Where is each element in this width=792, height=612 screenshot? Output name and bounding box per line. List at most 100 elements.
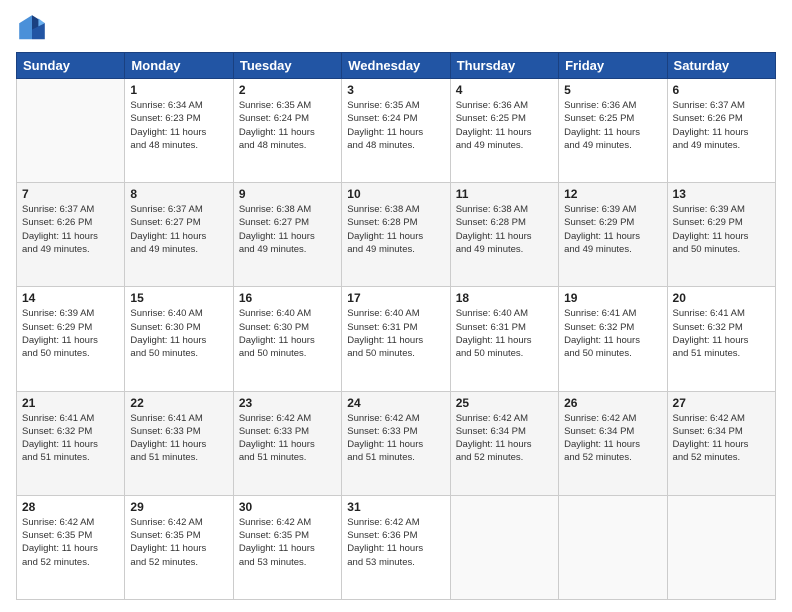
calendar-cell: 19 Sunrise: 6:41 AM Sunset: 6:32 PM Dayli… xyxy=(559,287,667,391)
day-info: Sunrise: 6:42 AM Sunset: 6:33 PM Dayligh… xyxy=(239,412,336,465)
calendar-cell: 14 Sunrise: 6:39 AM Sunset: 6:29 PM Dayli… xyxy=(17,287,125,391)
calendar-cell xyxy=(667,495,775,599)
day-number: 4 xyxy=(456,83,553,97)
calendar-cell: 8 Sunrise: 6:37 AM Sunset: 6:27 PM Daylig… xyxy=(125,183,233,287)
calendar-cell: 11 Sunrise: 6:38 AM Sunset: 6:28 PM Dayli… xyxy=(450,183,558,287)
calendar-cell: 7 Sunrise: 6:37 AM Sunset: 6:26 PM Daylig… xyxy=(17,183,125,287)
calendar-week-row: 1Sunrise: 6:34 AM Sunset: 6:23 PM Daylig… xyxy=(17,79,776,183)
calendar-cell: 30 Sunrise: 6:42 AM Sunset: 6:35 PM Dayli… xyxy=(233,495,341,599)
day-info: Sunrise: 6:42 AM Sunset: 6:34 PM Dayligh… xyxy=(673,412,770,465)
day-info: Sunrise: 6:42 AM Sunset: 6:35 PM Dayligh… xyxy=(239,516,336,569)
day-number: 14 xyxy=(22,291,119,305)
calendar-cell: 2 Sunrise: 6:35 AM Sunset: 6:24 PM Daylig… xyxy=(233,79,341,183)
day-info: Sunrise: 6:41 AM Sunset: 6:32 PM Dayligh… xyxy=(564,307,661,360)
page: SundayMondayTuesdayWednesdayThursdayFrid… xyxy=(0,0,792,612)
day-info: Sunrise: 6:38 AM Sunset: 6:28 PM Dayligh… xyxy=(456,203,553,256)
day-info: Sunrise: 6:35 AM Sunset: 6:24 PM Dayligh… xyxy=(347,99,444,152)
calendar-table: SundayMondayTuesdayWednesdayThursdayFrid… xyxy=(16,52,776,600)
calendar-cell: 25Sunrise: 6:42 AM Sunset: 6:34 PM Dayli… xyxy=(450,391,558,495)
calendar-cell xyxy=(559,495,667,599)
day-info: Sunrise: 6:38 AM Sunset: 6:28 PM Dayligh… xyxy=(347,203,444,256)
header xyxy=(16,12,776,44)
calendar-cell: 3Sunrise: 6:35 AM Sunset: 6:24 PM Daylig… xyxy=(342,79,450,183)
calendar-cell: 20 Sunrise: 6:41 AM Sunset: 6:32 PM Dayli… xyxy=(667,287,775,391)
calendar-cell: 16Sunrise: 6:40 AM Sunset: 6:30 PM Dayli… xyxy=(233,287,341,391)
calendar-cell: 26Sunrise: 6:42 AM Sunset: 6:34 PM Dayli… xyxy=(559,391,667,495)
day-number: 6 xyxy=(673,83,770,97)
day-number: 30 xyxy=(239,500,336,514)
day-info: Sunrise: 6:37 AM Sunset: 6:27 PM Dayligh… xyxy=(130,203,227,256)
day-info: Sunrise: 6:39 AM Sunset: 6:29 PM Dayligh… xyxy=(22,307,119,360)
calendar-header-row: SundayMondayTuesdayWednesdayThursdayFrid… xyxy=(17,53,776,79)
logo-icon xyxy=(16,12,48,44)
weekday-header: Wednesday xyxy=(342,53,450,79)
day-number: 15 xyxy=(130,291,227,305)
day-number: 9 xyxy=(239,187,336,201)
calendar-cell: 23 Sunrise: 6:42 AM Sunset: 6:33 PM Dayli… xyxy=(233,391,341,495)
weekday-header: Tuesday xyxy=(233,53,341,79)
calendar-cell: 10 Sunrise: 6:38 AM Sunset: 6:28 PM Dayli… xyxy=(342,183,450,287)
day-info: Sunrise: 6:42 AM Sunset: 6:35 PM Dayligh… xyxy=(130,516,227,569)
day-number: 21 xyxy=(22,396,119,410)
day-info: Sunrise: 6:36 AM Sunset: 6:25 PM Dayligh… xyxy=(456,99,553,152)
day-info: Sunrise: 6:39 AM Sunset: 6:29 PM Dayligh… xyxy=(673,203,770,256)
calendar-cell: 9 Sunrise: 6:38 AM Sunset: 6:27 PM Daylig… xyxy=(233,183,341,287)
calendar-cell: 31 Sunrise: 6:42 AM Sunset: 6:36 PM Dayli… xyxy=(342,495,450,599)
day-number: 28 xyxy=(22,500,119,514)
day-number: 1 xyxy=(130,83,227,97)
day-number: 19 xyxy=(564,291,661,305)
calendar-cell: 1Sunrise: 6:34 AM Sunset: 6:23 PM Daylig… xyxy=(125,79,233,183)
calendar-week-row: 28 Sunrise: 6:42 AM Sunset: 6:35 PM Dayli… xyxy=(17,495,776,599)
calendar-cell: 6 Sunrise: 6:37 AM Sunset: 6:26 PM Daylig… xyxy=(667,79,775,183)
day-info: Sunrise: 6:38 AM Sunset: 6:27 PM Dayligh… xyxy=(239,203,336,256)
day-number: 17 xyxy=(347,291,444,305)
weekday-header: Sunday xyxy=(17,53,125,79)
calendar-cell: 5Sunrise: 6:36 AM Sunset: 6:25 PM Daylig… xyxy=(559,79,667,183)
calendar-cell: 18Sunrise: 6:40 AM Sunset: 6:31 PM Dayli… xyxy=(450,287,558,391)
calendar-cell: 27 Sunrise: 6:42 AM Sunset: 6:34 PM Dayli… xyxy=(667,391,775,495)
day-number: 20 xyxy=(673,291,770,305)
calendar-week-row: 14 Sunrise: 6:39 AM Sunset: 6:29 PM Dayli… xyxy=(17,287,776,391)
calendar-cell: 13Sunrise: 6:39 AM Sunset: 6:29 PM Dayli… xyxy=(667,183,775,287)
day-info: Sunrise: 6:42 AM Sunset: 6:34 PM Dayligh… xyxy=(564,412,661,465)
calendar-cell: 12 Sunrise: 6:39 AM Sunset: 6:29 PM Dayli… xyxy=(559,183,667,287)
day-number: 29 xyxy=(130,500,227,514)
day-info: Sunrise: 6:40 AM Sunset: 6:30 PM Dayligh… xyxy=(239,307,336,360)
calendar-cell: 17 Sunrise: 6:40 AM Sunset: 6:31 PM Dayli… xyxy=(342,287,450,391)
calendar-cell: 28 Sunrise: 6:42 AM Sunset: 6:35 PM Dayli… xyxy=(17,495,125,599)
weekday-header: Friday xyxy=(559,53,667,79)
day-number: 25 xyxy=(456,396,553,410)
day-number: 2 xyxy=(239,83,336,97)
calendar-cell: 4 Sunrise: 6:36 AM Sunset: 6:25 PM Daylig… xyxy=(450,79,558,183)
day-info: Sunrise: 6:35 AM Sunset: 6:24 PM Dayligh… xyxy=(239,99,336,152)
calendar-cell xyxy=(450,495,558,599)
day-info: Sunrise: 6:41 AM Sunset: 6:32 PM Dayligh… xyxy=(22,412,119,465)
day-number: 5 xyxy=(564,83,661,97)
day-number: 7 xyxy=(22,187,119,201)
day-info: Sunrise: 6:37 AM Sunset: 6:26 PM Dayligh… xyxy=(673,99,770,152)
day-number: 10 xyxy=(347,187,444,201)
day-number: 27 xyxy=(673,396,770,410)
calendar-cell: 21 Sunrise: 6:41 AM Sunset: 6:32 PM Dayli… xyxy=(17,391,125,495)
day-info: Sunrise: 6:41 AM Sunset: 6:33 PM Dayligh… xyxy=(130,412,227,465)
day-info: Sunrise: 6:40 AM Sunset: 6:31 PM Dayligh… xyxy=(347,307,444,360)
day-info: Sunrise: 6:42 AM Sunset: 6:36 PM Dayligh… xyxy=(347,516,444,569)
calendar-week-row: 7 Sunrise: 6:37 AM Sunset: 6:26 PM Daylig… xyxy=(17,183,776,287)
day-info: Sunrise: 6:40 AM Sunset: 6:31 PM Dayligh… xyxy=(456,307,553,360)
day-number: 11 xyxy=(456,187,553,201)
calendar-cell: 22Sunrise: 6:41 AM Sunset: 6:33 PM Dayli… xyxy=(125,391,233,495)
day-info: Sunrise: 6:39 AM Sunset: 6:29 PM Dayligh… xyxy=(564,203,661,256)
day-number: 23 xyxy=(239,396,336,410)
day-number: 31 xyxy=(347,500,444,514)
day-info: Sunrise: 6:42 AM Sunset: 6:35 PM Dayligh… xyxy=(22,516,119,569)
calendar-cell: 15Sunrise: 6:40 AM Sunset: 6:30 PM Dayli… xyxy=(125,287,233,391)
day-number: 8 xyxy=(130,187,227,201)
day-number: 12 xyxy=(564,187,661,201)
day-info: Sunrise: 6:42 AM Sunset: 6:33 PM Dayligh… xyxy=(347,412,444,465)
logo xyxy=(16,12,52,44)
day-number: 24 xyxy=(347,396,444,410)
day-info: Sunrise: 6:41 AM Sunset: 6:32 PM Dayligh… xyxy=(673,307,770,360)
calendar-week-row: 21 Sunrise: 6:41 AM Sunset: 6:32 PM Dayli… xyxy=(17,391,776,495)
weekday-header: Monday xyxy=(125,53,233,79)
day-info: Sunrise: 6:37 AM Sunset: 6:26 PM Dayligh… xyxy=(22,203,119,256)
